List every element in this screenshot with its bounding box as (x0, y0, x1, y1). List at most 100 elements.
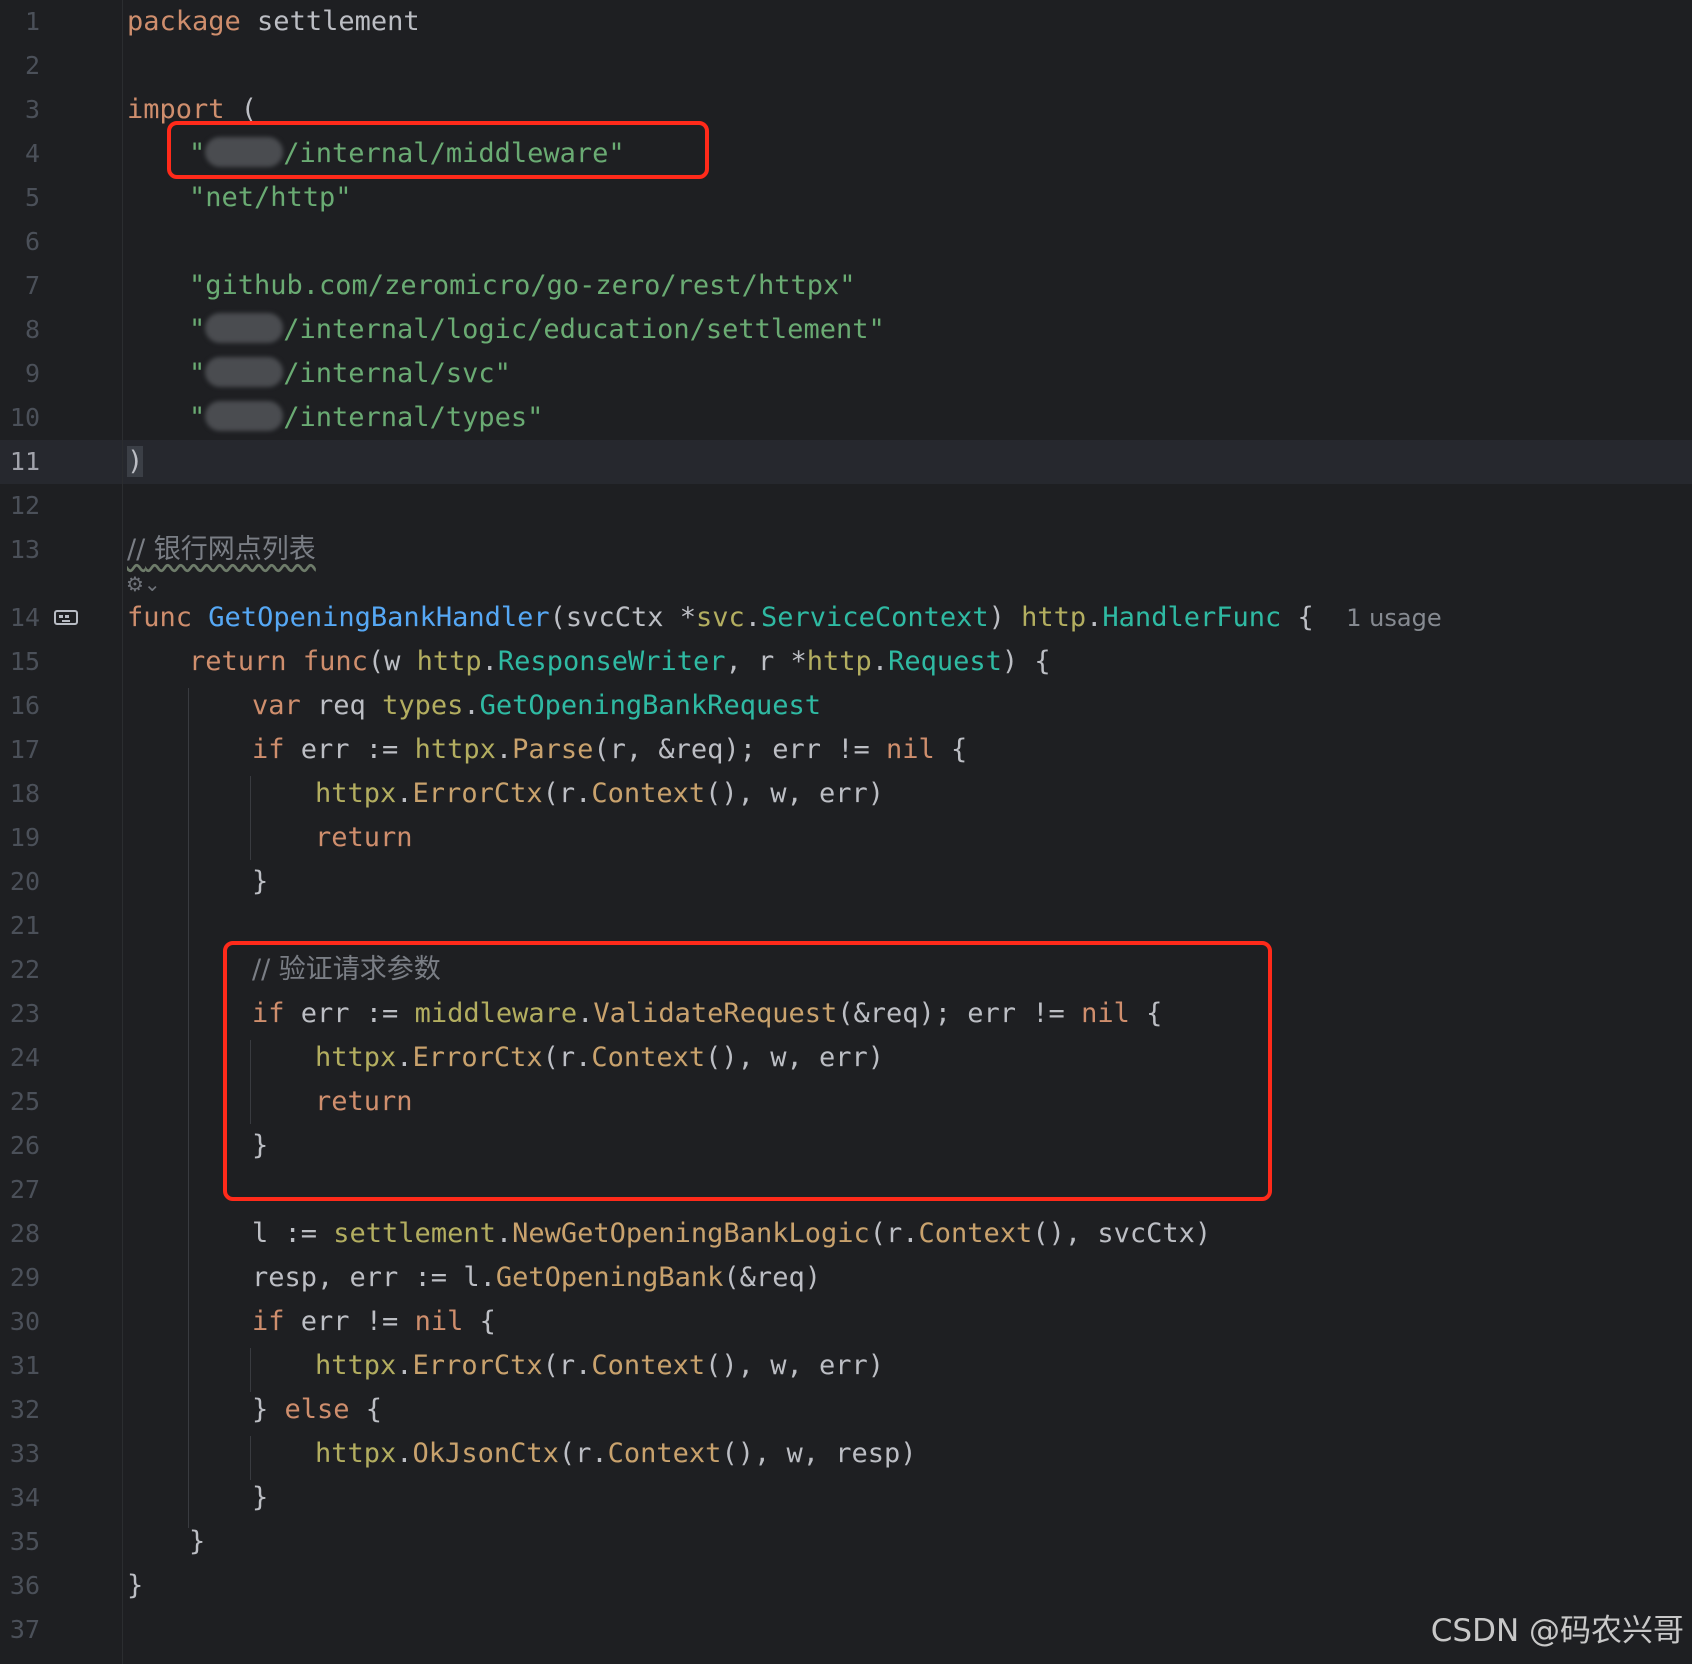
import-path: "net/http" (189, 182, 352, 213)
code-line-11[interactable]: ) (127, 440, 144, 484)
code-line-19[interactable]: return (315, 816, 413, 860)
line-number[interactable]: 24 (8, 1036, 40, 1080)
identifier: req (300, 690, 383, 721)
line-number[interactable]: 23 (8, 992, 40, 1036)
line-number[interactable]: 27 (8, 1168, 40, 1212)
args: (r. (542, 778, 592, 809)
dot: . (1086, 602, 1103, 633)
highlight-box-validation (223, 941, 1272, 1201)
code-line-32[interactable]: } else { (252, 1388, 382, 1432)
line-number[interactable]: 22 (8, 948, 40, 992)
code-line-20[interactable]: } (252, 860, 268, 904)
identifier: settlement (240, 6, 420, 37)
line-number[interactable]: 5 (8, 176, 40, 220)
line-number[interactable]: 10 (8, 396, 40, 440)
code-line-29[interactable]: resp, err := l.GetOpeningBank(&req) (252, 1256, 821, 1300)
args: (), w, err) (705, 778, 884, 809)
line-number[interactable]: 30 (8, 1300, 40, 1344)
code-line-17[interactable]: if err := httpx.Parse(r, &req); err != n… (252, 728, 967, 772)
line-number[interactable]: 35 (8, 1520, 40, 1564)
dot: . (871, 646, 889, 677)
dot: . (495, 734, 513, 765)
type-name: Request (888, 646, 1002, 677)
params: (svcCtx * (549, 602, 696, 633)
line-number[interactable]: 12 (8, 484, 40, 528)
args: (r. (869, 1218, 919, 1249)
brace: { (349, 1394, 383, 1425)
code-line-35[interactable]: } (189, 1520, 205, 1564)
code-line-34[interactable]: } (252, 1476, 268, 1520)
code-line-8[interactable]: " /internal/logic/education/settlement" (189, 308, 885, 352)
args: (r. (542, 1350, 592, 1381)
line-number[interactable]: 16 (8, 684, 40, 728)
line-number-gutter[interactable]: 1 2 3 4 5 6 7 8 9 10 11 12 13 14 15 16 17 18 19 20 21 22 23 24 2… (0, 0, 123, 1664)
code-line-9[interactable]: " /internal/svc" (189, 352, 511, 396)
line-number[interactable]: 3 (8, 88, 40, 132)
redacted-region (205, 312, 284, 343)
code-line-18[interactable]: httpx.ErrorCtx(r.Context(), w, err) (315, 772, 884, 816)
line-number[interactable]: 7 (8, 264, 40, 308)
code-line-30[interactable]: if err != nil { (252, 1300, 496, 1344)
line-number[interactable]: 9 (8, 352, 40, 396)
line-number[interactable]: 14 (8, 596, 40, 640)
code-line-7[interactable]: "github.com/zeromicro/go-zero/rest/httpx… (189, 264, 855, 308)
line-number[interactable]: 31 (8, 1344, 40, 1388)
args: (), svcCtx) (1032, 1218, 1212, 1249)
code-line-15[interactable]: return func(w http.ResponseWriter, r *ht… (189, 640, 1051, 684)
line-number[interactable]: 2 (8, 44, 40, 88)
code-line-16[interactable]: var req types.GetOpeningBankRequest (252, 684, 821, 728)
usage-hint[interactable]: 1 usage (1346, 604, 1441, 632)
line-number[interactable]: 26 (8, 1124, 40, 1168)
line-number[interactable]: 15 (8, 640, 40, 684)
identifier: err != (284, 1306, 415, 1337)
code-line-13[interactable]: // 银行网点列表 (127, 528, 316, 572)
line-number[interactable]: 13 (8, 528, 40, 572)
line-number[interactable]: 4 (8, 132, 40, 176)
line-number[interactable]: 36 (8, 1564, 40, 1608)
code-line-36[interactable]: } (127, 1564, 143, 1608)
code-line-28[interactable]: l := settlement.NewGetOpeningBankLogic(r… (252, 1212, 1211, 1256)
code-editor[interactable]: 1 2 3 4 5 6 7 8 9 10 11 12 13 14 15 16 17 18 19 20 21 22 23 24 2… (0, 0, 1692, 1664)
type-name: GetOpeningBankRequest (479, 690, 821, 721)
package-ref: httpx (315, 1438, 397, 1469)
line-number[interactable]: 32 (8, 1388, 40, 1432)
code-line-33[interactable]: httpx.OkJsonCtx(r.Context(), w, resp) (315, 1432, 917, 1476)
line-number[interactable]: 33 (8, 1432, 40, 1476)
line-number[interactable]: 34 (8, 1476, 40, 1520)
line-number[interactable]: 25 (8, 1080, 40, 1124)
import-path: /internal/logic/education/settlement" (283, 314, 885, 345)
redacted-region (205, 356, 284, 387)
interface-implementation-icon[interactable] (54, 609, 78, 627)
brace: } (127, 1570, 144, 1601)
line-number[interactable]: 37 (8, 1608, 40, 1652)
line-number[interactable]: 18 (8, 772, 40, 816)
ai-assistant-icon[interactable]: ⚙⌄ (126, 574, 161, 594)
dot: . (396, 778, 413, 809)
method-call: ErrorCtx (412, 778, 543, 809)
code-line-1[interactable]: package settlement (127, 0, 420, 44)
line-number[interactable]: 17 (8, 728, 40, 772)
code-line-5[interactable]: "net/http" (189, 176, 352, 220)
line-number[interactable]: 20 (8, 860, 40, 904)
line-number[interactable]: 28 (8, 1212, 40, 1256)
line-number[interactable]: 6 (8, 220, 40, 264)
line-number[interactable]: 1 (8, 0, 40, 44)
code-line-14[interactable]: func GetOpeningBankHandler(svcCtx *svc.S… (127, 596, 1442, 640)
dot: . (396, 1350, 413, 1381)
package-ref: types (382, 690, 464, 721)
line-number[interactable]: 29 (8, 1256, 40, 1300)
line-number[interactable]: 11 (8, 440, 40, 484)
line-number[interactable]: 21 (8, 904, 40, 948)
indent-guide (250, 1348, 251, 1392)
line-number[interactable]: 8 (8, 308, 40, 352)
indent-guide (250, 1436, 251, 1480)
keyword: nil (414, 1306, 464, 1337)
brace: } (252, 1482, 269, 1513)
line-number[interactable]: 19 (8, 816, 40, 860)
code-line-10[interactable]: " /internal/types" (189, 396, 543, 440)
code-line-31[interactable]: httpx.ErrorCtx(r.Context(), w, err) (315, 1344, 884, 1388)
type-name: ResponseWriter (497, 646, 726, 677)
type-name: HandlerFunc (1102, 602, 1282, 633)
